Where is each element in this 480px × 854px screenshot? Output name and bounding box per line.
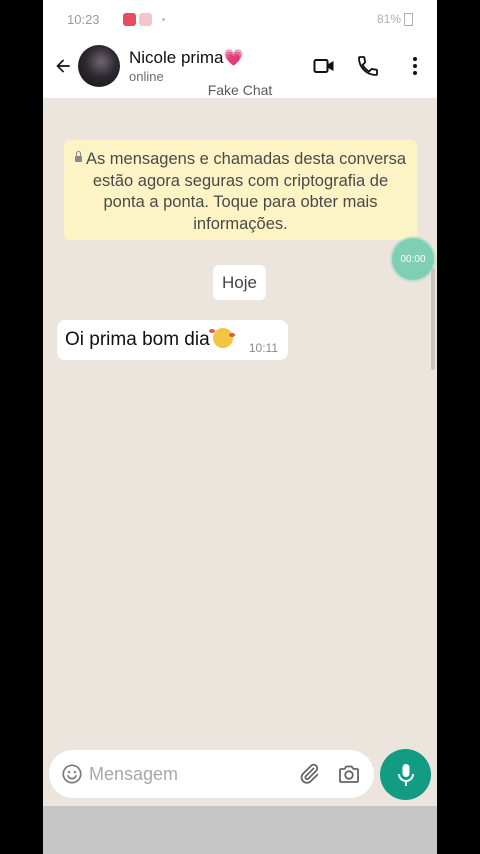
smiling-face-with-hearts-icon xyxy=(208,328,235,348)
message-time: 10:11 xyxy=(248,341,278,355)
microphone-button[interactable] xyxy=(380,749,431,800)
attach-icon[interactable] xyxy=(297,762,321,786)
battery-level: 81% xyxy=(376,12,401,26)
emoji-icon[interactable] xyxy=(61,763,83,785)
notification-app-icon xyxy=(123,13,136,27)
notification-photo-icon xyxy=(139,13,152,27)
more-options-icon[interactable] xyxy=(403,54,427,78)
phone-icon[interactable] xyxy=(356,54,380,78)
status-app-icons xyxy=(123,12,165,27)
status-bar: 10:23 81% xyxy=(43,0,437,40)
avatar[interactable] xyxy=(78,45,120,87)
camera-icon[interactable] xyxy=(337,762,361,786)
encryption-notice-text: As mensagens e chamadas desta conversa e… xyxy=(85,150,407,233)
notification-dot-icon xyxy=(162,18,165,22)
back-arrow-icon[interactable] xyxy=(53,56,73,76)
contact-name[interactable]: Nicole prima💗 xyxy=(129,48,243,68)
phone-screen: 10:23 81% Nicole prima💗 online Fake Chat… xyxy=(43,0,437,854)
fake-chat-watermark: Fake Chat xyxy=(207,82,273,98)
recording-timer[interactable]: 00:00 xyxy=(392,238,434,280)
date-chip: Hoje xyxy=(213,265,266,300)
message-bubble[interactable]: Oi prima bom dia 10:11 xyxy=(57,320,288,360)
system-navigation-bar xyxy=(43,806,437,854)
video-call-icon[interactable] xyxy=(312,54,336,78)
message-text: Oi prima bom dia xyxy=(65,329,210,350)
contact-name-text: Nicole prima xyxy=(129,48,224,67)
battery-icon xyxy=(404,13,413,27)
microphone-icon xyxy=(398,764,414,786)
chat-scrollbar[interactable] xyxy=(431,268,435,370)
heart-icon: 💗 xyxy=(223,50,244,67)
status-time: 10:23 xyxy=(67,12,100,27)
message-input-bar[interactable]: Mensagem xyxy=(49,750,374,798)
status-right: 81% xyxy=(376,12,413,27)
encryption-notice[interactable]: As mensagens e chamadas desta conversa e… xyxy=(64,140,417,240)
lock-icon xyxy=(74,151,82,162)
message-input-placeholder[interactable]: Mensagem xyxy=(89,764,178,785)
